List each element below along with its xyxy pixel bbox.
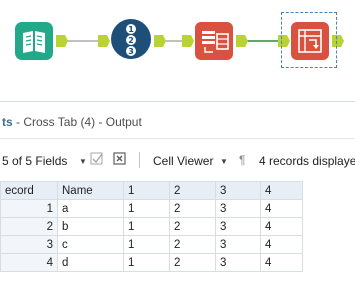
table-cell[interactable]: a [57, 199, 124, 218]
toolbar-divider [139, 152, 140, 168]
column-header[interactable]: 4 [260, 181, 303, 200]
table-row[interactable]: 2 b 1 2 3 4 [0, 217, 303, 236]
record-id-tool[interactable]: 1 2 3 [111, 19, 151, 59]
results-toolbar: 5 of 5 Fields ▼ Cell Viewer ▼ ¶ 4 record… [0, 146, 355, 174]
book-icon [23, 31, 45, 53]
table-cell[interactable]: 3 [215, 253, 261, 272]
clear-icon[interactable] [113, 152, 127, 169]
table-row[interactable]: 3 c 1 2 3 4 [0, 235, 303, 254]
pilcrow-icon[interactable]: ¶ [239, 153, 245, 167]
table-cell[interactable]: 4 [0, 253, 58, 272]
table-cell[interactable]: 1 [123, 217, 170, 236]
results-table: ecord Name 1 2 3 4 1 a 1 2 3 4 2 b 1 2 3… [0, 181, 303, 272]
table-cell[interactable]: 3 [215, 235, 261, 254]
fields-dropdown[interactable]: 5 of 5 Fields [2, 154, 67, 168]
table-cell[interactable]: 2 [169, 253, 216, 272]
table-cell[interactable]: d [57, 253, 124, 272]
table-cell[interactable]: 1 [123, 235, 170, 254]
table-cell[interactable]: 4 [260, 217, 303, 236]
column-header[interactable]: 1 [123, 181, 170, 200]
svg-text:2: 2 [128, 36, 134, 45]
table-cell[interactable]: 4 [260, 235, 303, 254]
table-header-row: ecord Name 1 2 3 4 [0, 181, 303, 200]
table-cell[interactable]: b [57, 217, 124, 236]
table-cell[interactable]: 4 [260, 253, 303, 272]
table-cell[interactable]: 2 [169, 199, 216, 218]
results-title-bar: ts - Cross Tab (4) - Output [0, 102, 355, 139]
table-cell[interactable]: 1 [123, 253, 170, 272]
column-header[interactable]: 3 [215, 181, 261, 200]
input-anchor [98, 35, 110, 47]
numbered-list-icon: 1 2 3 [126, 24, 136, 56]
cross-tab-tool[interactable] [291, 22, 329, 60]
results-pane: ts - Cross Tab (4) - Output 5 of 5 Field… [0, 101, 355, 297]
output-anchor [236, 35, 248, 47]
svg-text:3: 3 [128, 47, 134, 56]
svg-text:1: 1 [128, 25, 134, 34]
transform-tool[interactable] [195, 22, 233, 60]
table-cell[interactable]: 1 [123, 199, 170, 218]
column-header[interactable]: Name [57, 181, 124, 200]
table-cell[interactable]: 3 [215, 199, 261, 218]
output-anchor [56, 35, 68, 47]
input-anchor [182, 35, 194, 47]
table-cell[interactable]: 2 [169, 235, 216, 254]
table-cell[interactable]: c [57, 235, 124, 254]
table-row[interactable]: 1 a 1 2 3 4 [0, 199, 303, 218]
table-cell[interactable]: 2 [0, 217, 58, 236]
workflow-canvas[interactable]: 1 2 3 [0, 0, 355, 101]
cell-viewer-dropdown[interactable]: Cell Viewer [153, 154, 213, 168]
table-cell[interactable]: 3 [215, 217, 261, 236]
chevron-down-icon[interactable]: ▼ [220, 157, 228, 166]
column-header[interactable]: ecord [0, 181, 58, 200]
results-title-prefix: ts [2, 115, 13, 129]
chevron-down-icon[interactable]: ▼ [79, 157, 87, 166]
table-transform-icon [202, 31, 229, 53]
input-data-tool[interactable] [15, 22, 53, 60]
table-row[interactable]: 4 d 1 2 3 4 [0, 253, 303, 272]
table-cell[interactable]: 4 [260, 199, 303, 218]
checkbox-icon[interactable] [90, 152, 104, 169]
cross-tab-icon [298, 29, 322, 53]
records-count: 4 records displaye [259, 154, 355, 168]
table-cell[interactable]: 1 [0, 199, 58, 218]
results-title: - Cross Tab (4) - Output [16, 115, 142, 129]
column-header[interactable]: 2 [169, 181, 216, 200]
table-cell[interactable]: 3 [0, 235, 58, 254]
output-anchor [154, 35, 166, 47]
table-cell[interactable]: 2 [169, 217, 216, 236]
